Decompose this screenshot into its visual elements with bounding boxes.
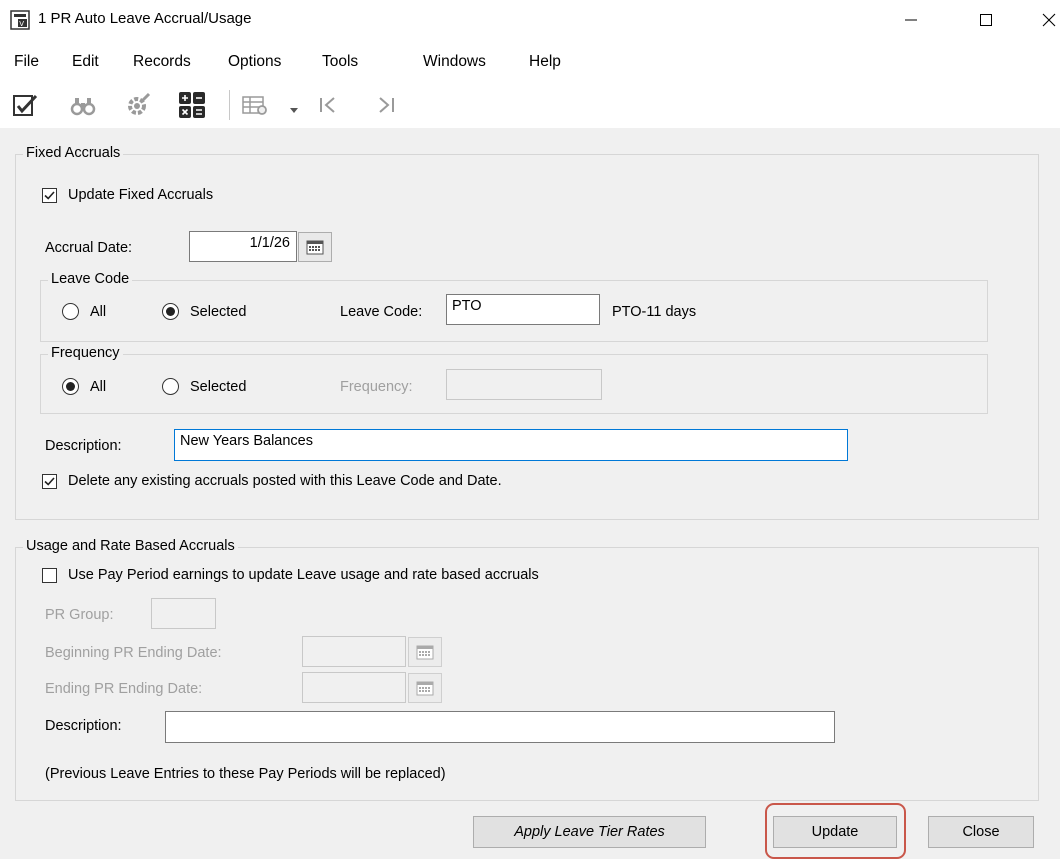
pr-group-label: PR Group: xyxy=(45,607,114,623)
update-button-highlight xyxy=(765,803,906,859)
accrual-date-input[interactable]: 1/1/26 xyxy=(189,231,297,262)
beginning-pr-ending-date-label: Beginning PR Ending Date: xyxy=(45,645,222,661)
delete-existing-accruals-checkbox[interactable] xyxy=(42,474,57,489)
calendar-icon xyxy=(306,240,324,255)
menu-options[interactable]: Options xyxy=(228,53,281,71)
accrual-date-label: Accrual Date: xyxy=(45,240,133,256)
ending-pr-ending-date-label: Ending PR Ending Date: xyxy=(45,681,203,697)
use-pay-period-label: Use Pay Period earnings to update Leave … xyxy=(68,567,539,583)
frequency-selected-radio[interactable] xyxy=(162,378,179,395)
replacement-note: (Previous Leave Entries to these Pay Per… xyxy=(45,766,446,782)
checklist-button[interactable] xyxy=(8,88,42,122)
leave-code-all-radio[interactable] xyxy=(62,303,79,320)
menu-windows[interactable]: Windows xyxy=(423,53,486,71)
usage-description-label: Description: xyxy=(45,718,122,734)
leave-code-selected-radio[interactable] xyxy=(162,303,179,320)
leave-code-input[interactable]: PTO xyxy=(446,294,600,325)
delete-existing-accruals-label: Delete any existing accruals posted with… xyxy=(68,473,502,489)
fixed-accruals-legend: Fixed Accruals xyxy=(23,145,124,161)
toolbar-separator xyxy=(229,90,230,120)
toolbar xyxy=(0,82,1060,128)
update-fixed-accruals-checkbox[interactable] xyxy=(42,188,57,203)
calculator-button[interactable] xyxy=(175,88,209,122)
leave-code-all-label: All xyxy=(90,304,107,320)
frequency-selected-label: Selected xyxy=(190,379,247,395)
menu-help[interactable]: Help xyxy=(529,53,561,71)
close-icon xyxy=(1042,13,1056,27)
gear-icon xyxy=(128,92,151,115)
grid-settings-button[interactable] xyxy=(239,88,273,122)
menu-tools[interactable]: Tools xyxy=(322,53,358,71)
update-fixed-accruals-label: Update Fixed Accruals xyxy=(68,187,214,203)
menu-edit[interactable]: Edit xyxy=(72,53,99,71)
leave-code-legend: Leave Code xyxy=(48,271,133,287)
ending-date-calendar-button[interactable] xyxy=(408,673,442,703)
frequency-legend: Frequency xyxy=(48,345,123,361)
frequency-field-label: Frequency: xyxy=(340,379,413,395)
use-pay-period-checkbox[interactable] xyxy=(42,568,57,583)
checkmark-icon xyxy=(44,477,55,486)
app-icon: V xyxy=(10,10,30,30)
close-window-button[interactable] xyxy=(1026,4,1060,36)
accrual-date-calendar-button[interactable] xyxy=(298,232,332,262)
last-record-button[interactable] xyxy=(369,88,403,122)
pr-group-input[interactable] xyxy=(151,598,216,629)
usage-description-input[interactable] xyxy=(165,711,835,743)
close-button[interactable]: Close xyxy=(928,816,1034,848)
calendar-icon xyxy=(416,645,434,660)
fixed-description-label: Description: xyxy=(45,438,122,454)
usage-accruals-group xyxy=(15,547,1039,801)
maximize-button[interactable] xyxy=(963,4,1009,36)
menu-file[interactable]: File xyxy=(14,53,39,71)
leave-code-selected-label: Selected xyxy=(190,304,247,320)
dropdown-arrow-icon[interactable] xyxy=(290,101,298,118)
first-record-button[interactable] xyxy=(311,88,345,122)
frequency-input[interactable] xyxy=(446,369,602,400)
beginning-date-calendar-button[interactable] xyxy=(408,637,442,667)
beginning-pr-ending-date-input[interactable] xyxy=(302,636,406,667)
menu-records[interactable]: Records xyxy=(133,53,191,71)
leave-code-field-label: Leave Code: xyxy=(340,304,423,320)
find-button[interactable] xyxy=(66,88,100,122)
fixed-description-input[interactable]: New Years Balances xyxy=(174,429,848,461)
frequency-all-label: All xyxy=(90,379,107,395)
binoculars-icon xyxy=(70,98,96,116)
apply-leave-tier-rates-button[interactable]: Apply Leave Tier Rates xyxy=(473,816,706,848)
calendar-icon xyxy=(416,681,434,696)
usage-accruals-legend: Usage and Rate Based Accruals xyxy=(23,538,238,554)
radio-selected-dot xyxy=(66,382,75,391)
leave-code-description: PTO-11 days xyxy=(612,304,697,320)
radio-selected-dot xyxy=(166,307,175,316)
settings-button[interactable] xyxy=(121,88,155,122)
window-title: 1 PR Auto Leave Accrual/Usage xyxy=(38,10,252,27)
last-record-icon xyxy=(379,97,394,113)
minimize-button[interactable] xyxy=(888,4,934,36)
first-record-icon xyxy=(320,97,335,113)
checkmark-icon xyxy=(44,191,55,200)
maximize-icon xyxy=(980,14,992,26)
ending-pr-ending-date-input[interactable] xyxy=(302,672,406,703)
checklist-icon xyxy=(13,94,38,116)
grid-settings-icon xyxy=(242,96,267,115)
minimize-icon xyxy=(905,19,917,21)
frequency-all-radio[interactable] xyxy=(62,378,79,395)
svg-text:V: V xyxy=(19,20,24,28)
calculator-icon xyxy=(179,92,205,118)
